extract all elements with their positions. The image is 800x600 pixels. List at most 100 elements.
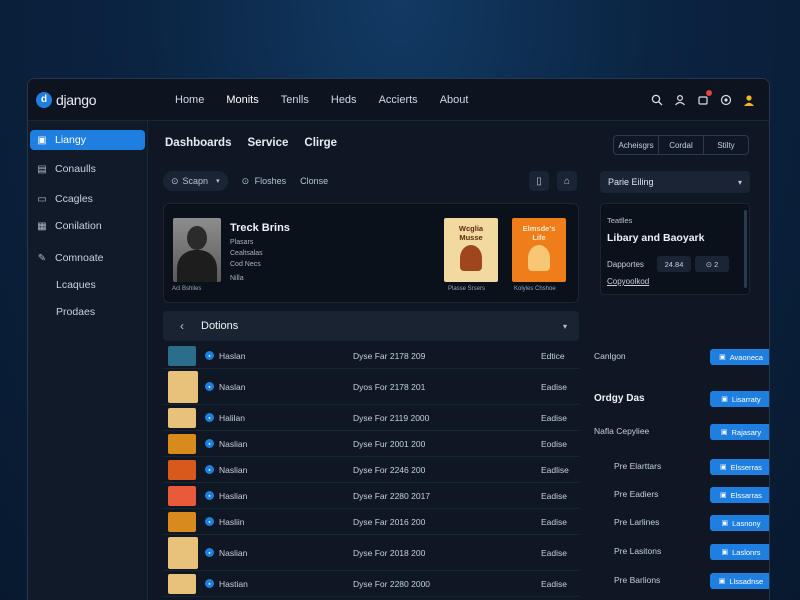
row-name: Naslan (219, 381, 246, 392)
search-icon[interactable] (650, 93, 663, 106)
action-button[interactable]: ▣ Lisarraty (710, 391, 769, 407)
action-button[interactable]: ▣ Avaoneca (710, 349, 769, 365)
table-row[interactable]: ● Haslan Dyse Far 2178 209 Edtice (163, 343, 579, 369)
card-scrollbar[interactable] (744, 210, 747, 288)
nav-monits[interactable]: Monits (215, 94, 269, 106)
sidebar-item-conilation[interactable]: ▦ Conilation (30, 216, 145, 236)
tab-clirge[interactable]: Clirge (304, 137, 337, 149)
app-window: d django Home Monits Tenlls Heds Acciert… (27, 78, 770, 600)
card-label: Teatlles (607, 216, 633, 225)
action-button[interactable]: ▣ Rajasary (710, 424, 769, 440)
avatar-icon[interactable] (742, 93, 755, 106)
action-button[interactable]: ▣ Laslonrs (710, 544, 769, 560)
table-row[interactable]: ● Naslian Dyse Fur 2001 200 Eodise (163, 431, 579, 457)
table-row[interactable]: ● Naslian Dyse For 2018 200 Eadise (163, 535, 579, 571)
status-dot-icon: ● (205, 579, 214, 588)
nav-home[interactable]: Home (164, 94, 215, 106)
nav-tenlls[interactable]: Tenlls (270, 94, 320, 106)
book-list: ● Haslan Dyse Far 2178 209 Edtice ● Naslan Dyo… (163, 343, 579, 597)
button-label: Lasnony (732, 518, 761, 528)
list-header: ‹ Dotions ▾ (163, 311, 579, 341)
tab-dashboards[interactable]: Dashboards (165, 137, 231, 149)
action-label: Ordgy Das (594, 393, 645, 404)
book-cover[interactable]: Wcglia Musse (444, 218, 498, 282)
action-button[interactable]: ▣ Elsserras (710, 459, 769, 475)
main-nav: Home Monits Tenlls Heds Accierts About (164, 94, 479, 106)
card-link[interactable]: Copyoolkod (607, 277, 649, 286)
filter-bar: ⊙ Scapn ▾ ⊙ Floshes Clonse (163, 171, 328, 191)
book-thumbnail (168, 370, 198, 403)
nav-accierts[interactable]: Accierts (368, 94, 429, 106)
sidebar-item-prodaes[interactable]: Prodaes (30, 302, 145, 322)
button-label: Llssadnse (729, 576, 764, 586)
filter-actions: ▯ ⌂ (529, 171, 577, 191)
settings-icon[interactable] (719, 93, 732, 106)
button-label: Lisarraty (731, 394, 761, 404)
table-row[interactable]: ● Haslian Dyse Far 2280 2017 Eadise (163, 483, 579, 509)
featured-line: Cealtsalas (230, 250, 263, 257)
card-line: Dapportes (607, 260, 644, 269)
card-chip[interactable]: 24.84 (657, 256, 691, 272)
book-cover-subtitle: Life (532, 233, 546, 242)
row-date: Dyse For 2246 200 (353, 464, 426, 475)
button-label: Elsserras (730, 462, 762, 472)
close-filter[interactable]: Clonse (300, 176, 328, 186)
button-icon: ▣ (718, 578, 726, 585)
app-logo[interactable]: d django (36, 91, 164, 108)
action-button[interactable]: ▣ Elssarras (710, 487, 769, 503)
bookmark-icon[interactable]: ▯ (529, 171, 549, 191)
flashes-filter[interactable]: ⊙ Floshes (242, 176, 287, 187)
scope-icon: ⊙ (171, 175, 179, 186)
sidebar-item-lcaques[interactable]: Lcaques (30, 275, 145, 295)
book-cover[interactable]: Elmsde's Life (512, 218, 566, 282)
nav-about[interactable]: About (429, 94, 480, 106)
sidebar-item-label: Lcaques (56, 279, 96, 291)
home-icon[interactable]: ⌂ (557, 171, 577, 191)
table-row[interactable]: ● Halilan Dyse For 2119 2000 Eadise (163, 405, 579, 431)
segment-option[interactable]: Cordal (659, 136, 704, 154)
nav-heds[interactable]: Heds (320, 94, 368, 106)
book-thumbnail (168, 433, 196, 454)
featured-card[interactable]: Acl Bshiles Treck Brins Plasars Cealtsal… (163, 203, 579, 303)
card-chip[interactable]: ⊙ 2 (695, 256, 729, 272)
row-date: Dyse Far 2280 2017 (353, 490, 431, 501)
back-arrow-icon[interactable]: ‹ (163, 319, 201, 333)
button-label: Elssarras (730, 490, 762, 500)
action-label: Pre Eadiers (614, 489, 659, 499)
table-row[interactable]: ● Hastian Dyse For 2280 2000 Eadise (163, 571, 579, 597)
row-date: Dyse For 2018 200 (353, 547, 426, 558)
book-cover-title: Elmsde's (522, 224, 556, 233)
scope-filter[interactable]: ⊙ Scapn ▾ (163, 171, 228, 191)
sidebar-item-conaulls[interactable]: ▤ Conaulls (30, 159, 145, 179)
book-thumbnail (168, 511, 196, 532)
action-button[interactable]: ▣ Lasnony (710, 515, 769, 531)
table-row[interactable]: ● Naslian Dyse For 2246 200 Eadlise (163, 457, 579, 483)
featured-line: Plasars (230, 239, 254, 246)
action-button[interactable]: ▣ Llssadnse (710, 573, 769, 589)
page-editing-select[interactable]: Parie Eiling ▾ (600, 171, 750, 193)
folder-icon: ▭ (37, 193, 47, 205)
sidebar-item-label: Liangy (55, 134, 86, 146)
sidebar-item-liangy[interactable]: ▣ Liangy (30, 130, 145, 150)
row-name: Naslian (219, 464, 248, 475)
action-label: Canlgon (594, 351, 626, 361)
segment-option[interactable]: Acheisgrs (614, 136, 659, 154)
chevron-down-icon[interactable]: ▾ (563, 322, 567, 331)
table-row[interactable]: ● Naslan Dyos For 2178 201 Eadise (163, 369, 579, 405)
row-name: Hastian (219, 578, 248, 589)
user-icon[interactable] (673, 93, 686, 106)
featured-title: Treck Brins (230, 222, 290, 234)
featured-line: Nilla (230, 275, 244, 282)
segment-option[interactable]: Stilty (704, 136, 748, 154)
notification-icon[interactable] (696, 90, 712, 106)
action-label: Pre Elarttars (614, 461, 662, 471)
tab-service[interactable]: Service (247, 137, 288, 149)
row-status: Eadlise (541, 464, 569, 475)
app-name: django (56, 91, 97, 108)
table-row[interactable]: ● Hasliin Dyse Far 2016 200 Eadise (163, 509, 579, 535)
sidebar-item-comnoate[interactable]: ✎ Comnoate (30, 248, 145, 268)
sidebar-item-ccagles[interactable]: ▭ Ccagles (30, 189, 145, 209)
action-label: Pre Lasitons (614, 546, 662, 556)
row-date: Dyos For 2178 201 (353, 381, 426, 392)
top-bar: d django Home Monits Tenlls Heds Acciert… (28, 79, 769, 121)
